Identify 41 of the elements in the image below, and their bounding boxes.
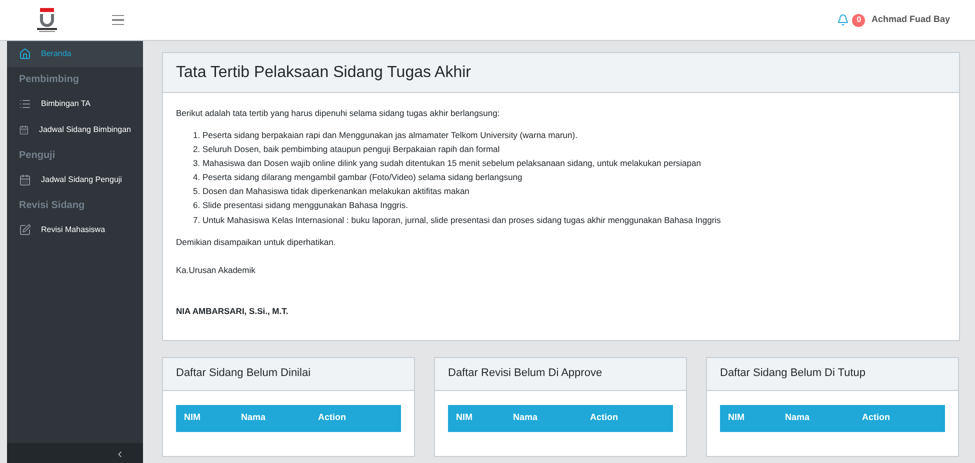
logo-icon: [36, 7, 58, 33]
column-header: NIM: [727, 411, 746, 424]
intro-text: Berikut adalah tata tertib yang harus dipenuhi selama sidang tugas akhir berlangsung:: [176, 107, 501, 120]
sidebar-item[interactable]: Beranda: [7, 41, 143, 67]
card-title: Daftar Sidang Belum Di Tutup: [720, 366, 866, 382]
sidebar-item[interactable]: Revisi Mahasiswa: [7, 217, 143, 243]
signatory-name: NIA AMBARSARI, S.Si., M.T.: [176, 304, 290, 318]
user-name[interactable]: Achmad Fuad Bay: [871, 13, 950, 27]
calendar-icon: [19, 124, 29, 136]
sidebar-item[interactable]: Jadwal Sidang Penguji: [7, 167, 143, 193]
closing-text: Demikian disampaikan untuk diperhatikan.: [176, 236, 337, 250]
rule-item: 6. Slide presentasi sidang menggunakan Bahasa Inggris.: [193, 199, 410, 212]
rule-item: 2. Seluruh Dosen, baik pembimbing ataupun penguji Berpakaian rapih dan formal: [193, 142, 501, 156]
calendar-icon: [19, 174, 31, 186]
column-header: Nama: [513, 411, 539, 424]
card-title: Daftar Sidang Belum Dinilai: [176, 366, 311, 382]
edit-icon: [19, 224, 31, 236]
sidebar-item[interactable]: Jadwal Sidang Bimbingan: [7, 117, 143, 143]
sidebar-item[interactable]: Bimbingan TA: [7, 91, 143, 117]
column-header: Action: [590, 411, 619, 424]
card-title: Tata Tertib Pelaksaan Sidang Tugas Akhir: [176, 62, 471, 82]
sidebar-collapse-button[interactable]: ‹: [7, 443, 143, 463]
rule-item: 1. Peserta sidang berpakaian rapi dan Menggunakan jas almamater Telkom University (warna marun).: [193, 128, 578, 142]
column-header: Nama: [241, 411, 267, 424]
column-header: NIM: [183, 411, 202, 424]
sidebar-section-title: Penguji: [18, 148, 56, 162]
column-header: Nama: [785, 411, 811, 424]
notification-icon[interactable]: [837, 14, 850, 26]
rule-item: 7. Untuk Mahasiswa Kelas Internasional : buku laporan, jurnal, slide presentasi dan proses sidang tugas akhir menggunakan Bahasa Inggris: [193, 214, 722, 226]
rule-item: 3. Mahasiswa dan Dosen wajib online dilink yang sudah ditentukan 15 menit sebelum pelaksanaan sidang, untuk melakukan persiapan: [193, 157, 702, 170]
position-text: Ka.Urusan Akademik: [176, 264, 256, 277]
column-header: Action: [318, 411, 347, 424]
rule-item: 5. Dosen dan Mahasiswa tidak diperkenankan melakukan aktifitas makan: [193, 185, 470, 198]
sidebar-section-title: Revisi Sidang: [18, 198, 86, 212]
notification-badge: 0: [852, 14, 866, 26]
card-title: Daftar Revisi Belum Di Approve: [448, 366, 602, 382]
home-icon: [19, 48, 31, 60]
column-header: Action: [862, 411, 891, 424]
sidebar-section-title: Pembimbing: [18, 72, 80, 86]
column-header: NIM: [455, 411, 474, 424]
rule-item: 4. Peserta sidang dilarang mengambil gambar (Foto/Video) selama sidang berlangsung: [193, 171, 524, 184]
